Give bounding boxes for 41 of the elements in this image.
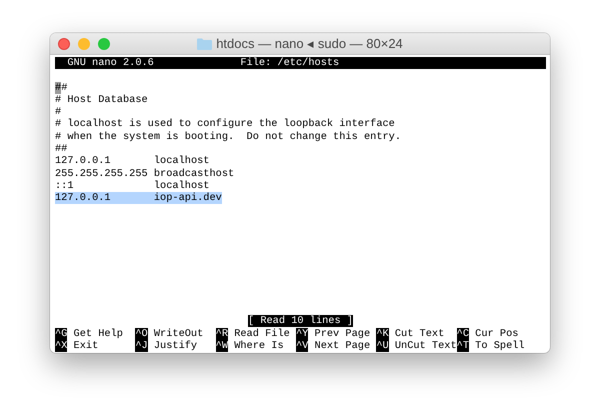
shortcut-label: Cur Pos	[475, 328, 518, 340]
shortcut-key: ^K	[376, 328, 389, 340]
shortcut-key: ^J	[135, 340, 148, 352]
window-title: htdocs — nano ◂ sudo — 80×24	[216, 36, 403, 51]
shortcut-key: ^R	[216, 328, 228, 340]
shortcut-key: ^C	[456, 328, 469, 340]
shortcut-label: To Spell	[475, 340, 525, 352]
shortcut-label: Justify	[154, 340, 198, 352]
shortcut-label: WriteOut	[154, 328, 204, 340]
file-line: # Host Database	[55, 94, 148, 106]
shortcut-label: Next Page	[314, 340, 370, 352]
file-line: ##	[55, 82, 68, 94]
shortcut-key: ^X	[55, 340, 68, 352]
shortcut-label: Cut Text	[394, 328, 444, 340]
file-name: File: /etc/hosts	[240, 57, 340, 70]
file-line: # localhost is used to configure the loopback interface	[55, 118, 395, 130]
shortcut-label: UnCut Text	[394, 340, 457, 352]
shortcut-label: Where Is	[234, 340, 284, 352]
file-line: # when the system is booting. Do not change this entry.	[55, 130, 402, 143]
shortcut-label: Prev Page	[314, 328, 370, 340]
close-button[interactable]	[58, 38, 70, 50]
shortcut-key: ^O	[135, 328, 148, 340]
file-line: #	[55, 106, 62, 118]
file-line: ##	[55, 143, 68, 156]
file-line: 127.0.0.1 localhost	[55, 155, 210, 168]
shortcut-key: ^T	[456, 340, 469, 352]
shortcut-key: ^V	[296, 340, 308, 352]
folder-icon	[197, 38, 212, 50]
shortcut-label: Read File	[234, 328, 290, 340]
minimize-button[interactable]	[78, 38, 90, 50]
shortcut-key: ^U	[376, 340, 389, 352]
file-line: 255.255.255.255 broadcasthost	[55, 168, 234, 180]
shortcut-key: ^G	[55, 328, 68, 340]
shortcut-label: Get Help	[74, 328, 123, 340]
nano-version: GNU nano 2.0.6	[67, 57, 154, 70]
shortcut-key: ^Y	[296, 328, 308, 340]
shortcut-label: Exit	[74, 340, 98, 352]
file-line: ::1 localhost	[55, 180, 210, 192]
zoom-button[interactable]	[98, 38, 110, 50]
shortcut-key: ^W	[216, 340, 228, 352]
status-message: [ Read 10 lines ]	[248, 315, 354, 328]
